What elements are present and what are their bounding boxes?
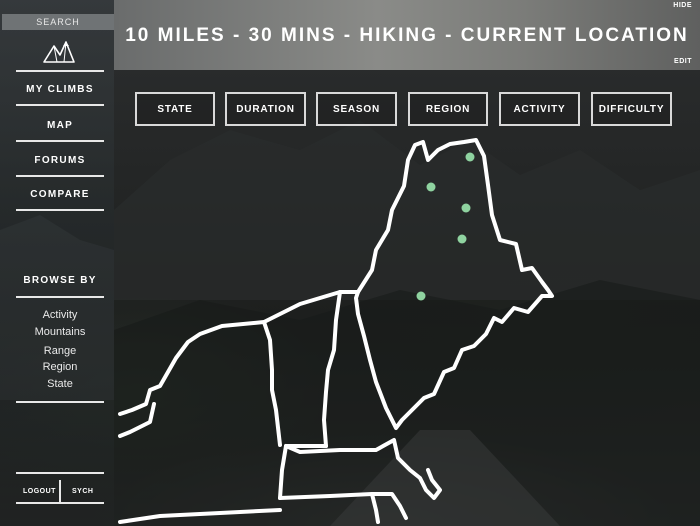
browse-region[interactable]: Region (16, 361, 104, 373)
browse-mountains[interactable]: Mountains (16, 326, 104, 338)
sync-button[interactable]: SYCH (72, 488, 93, 495)
filter-difficulty[interactable]: DIFFICULTY (591, 92, 672, 126)
filter-region[interactable]: REGION (408, 92, 488, 126)
trail-marker[interactable] (416, 291, 426, 301)
divider (16, 401, 104, 403)
divider (16, 472, 104, 474)
filter-season[interactable]: SEASON (316, 92, 397, 126)
filter-duration[interactable]: DURATION (225, 92, 306, 126)
browse-state[interactable]: State (16, 378, 104, 390)
filter-state[interactable]: STATE (135, 92, 215, 126)
divider (16, 140, 104, 142)
nav-map[interactable]: MAP (16, 120, 104, 131)
map-state-maine[interactable] (354, 138, 554, 430)
trail-marker[interactable] (461, 203, 471, 213)
sidebar: SEARCH MY CLIMBS MAP FORUMS COMPARE BROW… (0, 0, 114, 526)
header-bar: 10 MILES - 30 MINS - HIKING - CURRENT LO… (114, 0, 700, 70)
footer-divider (59, 480, 61, 502)
divider (16, 296, 104, 298)
trail-marker[interactable] (426, 182, 436, 192)
region-map[interactable] (114, 130, 700, 526)
nav-my-climbs[interactable]: MY CLIMBS (16, 84, 104, 95)
filter-activity[interactable]: ACTIVITY (499, 92, 580, 126)
map-state-new-york[interactable] (118, 290, 342, 416)
browse-range[interactable]: Range (16, 345, 104, 357)
logout-button[interactable]: LOGOUT (23, 488, 56, 495)
trail-marker[interactable] (465, 152, 475, 162)
trail-markers (416, 152, 475, 301)
map-state-new-hampshire[interactable] (322, 290, 360, 448)
edit-button[interactable]: EDIT (674, 58, 692, 65)
map-state-vermont[interactable] (262, 320, 328, 448)
browse-by-heading: BROWSE BY (23, 275, 97, 286)
trail-marker[interactable] (457, 234, 467, 244)
divider (16, 104, 104, 106)
divider (16, 502, 104, 504)
divider (16, 70, 104, 72)
divider (16, 209, 104, 211)
map-state-massachusetts[interactable] (284, 438, 442, 500)
divider (16, 175, 104, 177)
nav-compare[interactable]: COMPARE (16, 189, 104, 200)
mountain-logo-icon (43, 41, 75, 63)
map-state-connecticut[interactable] (278, 492, 380, 524)
hide-button[interactable]: HIDE (673, 2, 692, 9)
search-button[interactable]: SEARCH (2, 14, 114, 30)
page-title: 10 MILES - 30 MINS - HIKING - CURRENT LO… (125, 25, 689, 46)
browse-activity[interactable]: Activity (16, 309, 104, 321)
nav-forums[interactable]: FORUMS (16, 155, 104, 166)
